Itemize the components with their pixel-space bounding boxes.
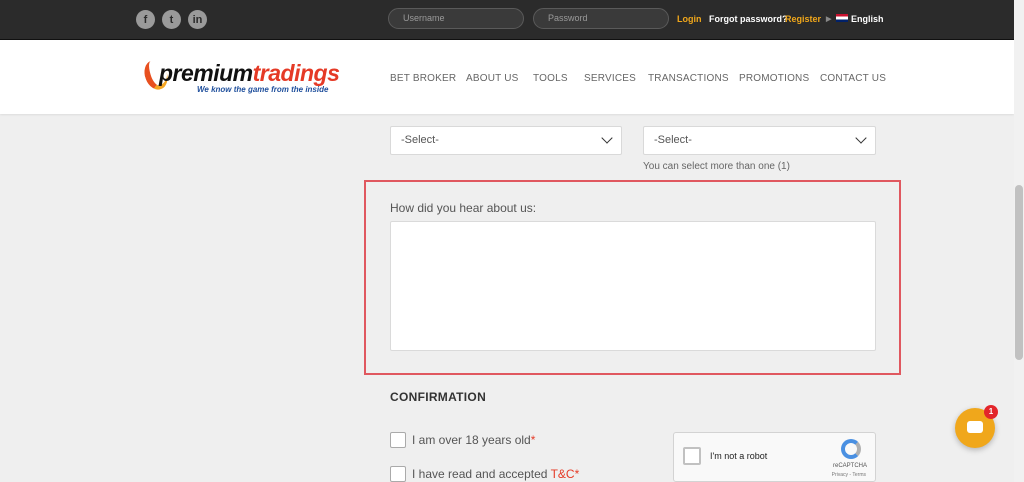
page-scrollbar[interactable] — [1014, 0, 1024, 482]
tc-label: I have read and accepted T&C* — [412, 467, 579, 481]
facebook-glyph: f — [143, 13, 148, 26]
recaptcha-logo-icon — [841, 439, 861, 459]
logo-text: premiumtradings — [159, 60, 340, 87]
logo-text-premium: premium — [159, 60, 253, 86]
hear-about-textarea[interactable] — [390, 221, 876, 351]
tc-checkbox[interactable] — [390, 466, 406, 482]
logo[interactable]: premiumtradings We know the game from th… — [140, 57, 345, 98]
username-input[interactable]: Username — [388, 8, 524, 29]
password-input[interactable]: Password — [533, 8, 669, 29]
linkedin-icon[interactable]: in — [188, 10, 207, 29]
chevron-down-icon — [601, 132, 613, 144]
forgot-password-link[interactable]: Forgot password? — [709, 14, 788, 24]
nav-about-us[interactable]: ABOUT US — [466, 73, 519, 84]
chat-badge: 1 — [984, 405, 998, 419]
twitter-glyph: t — [169, 13, 174, 26]
nav-bet-broker[interactable]: BET BROKER — [390, 73, 456, 84]
hear-about-label: How did you hear about us: — [390, 201, 537, 215]
recaptcha-checkbox[interactable] — [683, 447, 701, 465]
currency-select-value: -Select- — [401, 134, 439, 146]
service-select[interactable]: -Select- — [643, 126, 876, 155]
nav-contact-us[interactable]: CONTACT US — [820, 73, 886, 84]
facebook-icon[interactable]: f — [136, 10, 155, 29]
login-link[interactable]: Login — [677, 14, 702, 24]
required-mark: * — [574, 467, 580, 481]
recaptcha-terms[interactable]: Privacy - Terms — [832, 472, 866, 478]
scrollbar-thumb[interactable] — [1015, 185, 1023, 360]
age-label-text: I am over 18 years old — [412, 433, 531, 447]
tc-label-text: I have read and accepted — [412, 467, 551, 481]
service-select-value: -Select- — [654, 134, 692, 146]
nav-tools[interactable]: TOOLS — [533, 73, 568, 84]
chat-icon — [967, 421, 983, 433]
nav-services[interactable]: SERVICES — [584, 73, 636, 84]
currency-select[interactable]: -Select- — [390, 126, 622, 155]
recaptcha-widget: I'm not a robot reCAPTCHA Privacy - Term… — [673, 432, 876, 482]
chevron-down-icon — [855, 132, 867, 144]
service-hint: You can select more than one (1) — [643, 161, 790, 172]
logo-text-tradings: tradings — [252, 60, 340, 86]
nav-transactions[interactable]: TRANSACTIONS — [648, 73, 729, 84]
language-selector[interactable]: English — [851, 14, 884, 24]
linkedin-glyph: in — [192, 13, 203, 26]
recaptcha-label: I'm not a robot — [710, 451, 768, 461]
age-checkbox[interactable] — [390, 432, 406, 448]
age-label: I am over 18 years old* — [412, 433, 535, 447]
caret-right-icon: ▶ — [826, 16, 832, 23]
tc-link[interactable]: T&C — [551, 467, 575, 481]
nav-promotions[interactable]: PROMOTIONS — [739, 73, 809, 84]
required-mark: * — [530, 433, 536, 447]
register-link[interactable]: Register — [785, 14, 821, 24]
confirmation-title: CONFIRMATION — [390, 390, 487, 404]
uk-flag-icon — [836, 14, 848, 22]
top-bar: f t in Username Password Login Forgot pa… — [0, 0, 1014, 40]
twitter-icon[interactable]: t — [162, 10, 181, 29]
logo-tagline: We know the game from the inside — [197, 85, 329, 94]
recaptcha-brand: reCAPTCHA — [832, 463, 867, 469]
